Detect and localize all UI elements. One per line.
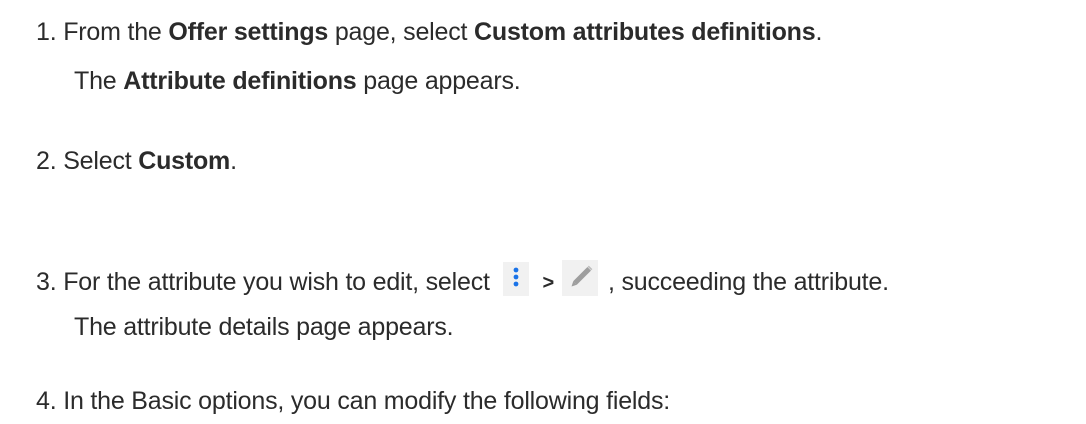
step-number: 4. [36,387,57,415]
step-number: 2. [36,147,57,175]
step-1-result: The Attribute definitions page appears. [74,66,521,96]
ui-term-custom-attributes-definitions: Custom attributes definitions [474,18,816,46]
ui-term-offer-settings: Offer settings [168,18,329,46]
step-number: 3. [36,268,57,296]
step-4: 4. In the Basic options, you can modify … [36,386,670,416]
step-2: 2. Select Custom. [36,146,237,176]
step-text: , succeeding the attribute. [607,268,889,296]
more-vertical-icon [502,262,529,296]
step-text: From the [63,18,169,46]
ui-term-attribute-definitions: Attribute definitions [123,67,357,95]
step-1: 1. From the Offer settings page, select … [36,17,822,47]
step-text: . [230,147,237,175]
ui-term-custom: Custom [138,147,231,175]
step-text: In the Basic options, you can modify the… [63,387,670,415]
step-3-result: The attribute details page appears. [74,312,454,342]
pencil-icon [561,260,598,296]
step-text: For the attribute you wish to edit, sele… [63,268,490,296]
step-text: Select [63,147,139,175]
separator-arrow: > [542,272,555,294]
step-text: page, select [328,18,475,46]
step-3: 3. For the attribute you wish to edit, s… [36,260,889,298]
step-number: 1. [36,18,57,46]
result-text: The [74,67,124,95]
result-text: page appears. [356,67,521,95]
step-text: . [815,18,823,46]
result-text: The attribute details page appears. [74,313,454,341]
